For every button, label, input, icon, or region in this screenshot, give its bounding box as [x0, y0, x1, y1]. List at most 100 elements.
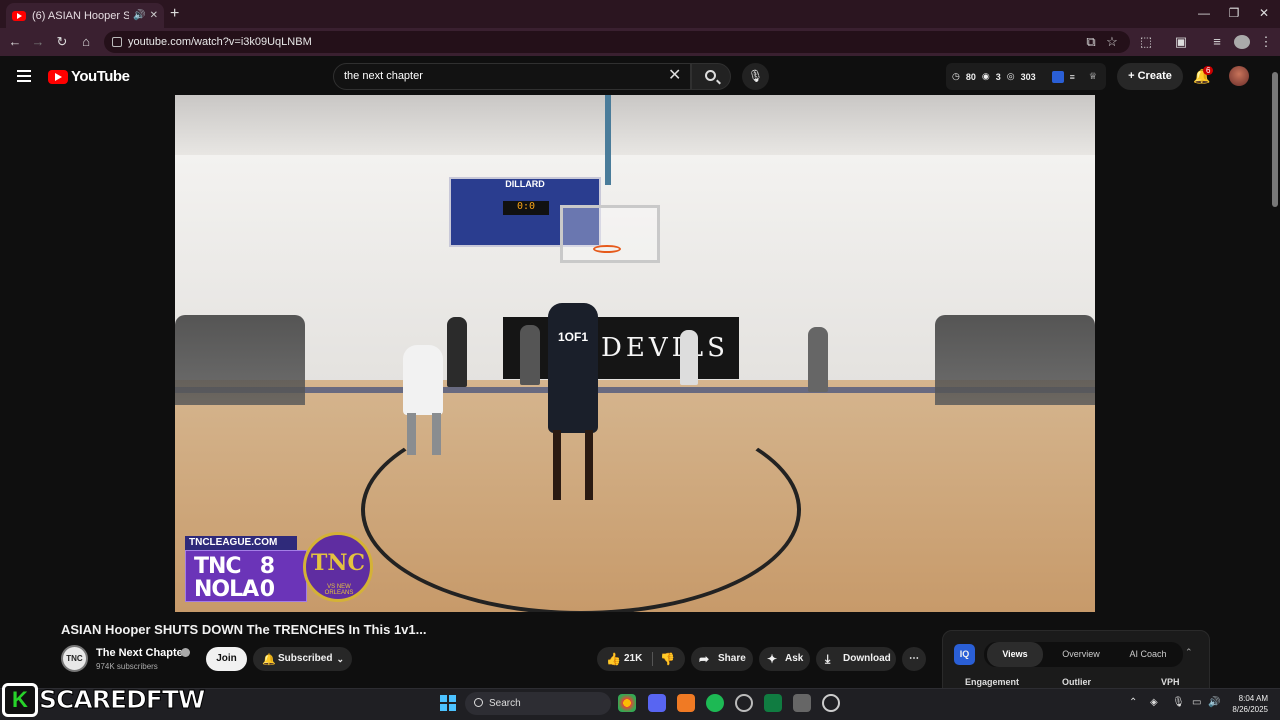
- site-info-icon[interactable]: [112, 37, 122, 47]
- scrollbar-thumb[interactable]: [1272, 72, 1278, 207]
- tray-network-icon[interactable]: ◈: [1150, 697, 1158, 708]
- youtube-logo[interactable]: YouTube: [48, 68, 130, 85]
- like-thumb-icon[interactable]: 👍: [606, 647, 621, 671]
- taskbar-search[interactable]: Search: [465, 692, 611, 715]
- browser-tab[interactable]: (6) ASIAN Hooper SHUTS D 🔊 ✕: [6, 3, 164, 28]
- hoop-pole: [605, 95, 611, 185]
- defender-player: [403, 345, 443, 415]
- streamer-name: SCAREDFTW: [39, 685, 206, 715]
- create-button[interactable]: + Create: [1117, 63, 1183, 90]
- taskbar-clock[interactable]: 8:04 AM 8/26/2025: [1230, 693, 1268, 715]
- tab-overview[interactable]: Overview: [1050, 642, 1112, 667]
- windows-start-icon[interactable]: [440, 695, 456, 711]
- channel-name[interactable]: The Next Chapter: [96, 647, 187, 659]
- collapse-chevron-icon[interactable]: ⌃: [1185, 647, 1193, 658]
- tray-display-icon[interactable]: ▭: [1192, 697, 1201, 708]
- crowd-right: [935, 315, 1095, 405]
- taskbar-search-label: Search: [489, 698, 521, 709]
- create-label: Create: [1137, 70, 1172, 82]
- dislike-thumb-icon[interactable]: 👎: [660, 647, 675, 671]
- join-button[interactable]: Join: [206, 647, 247, 671]
- tool-app-icon[interactable]: [793, 694, 811, 712]
- restore-icon[interactable]: ❐: [1224, 6, 1244, 20]
- team-row: TNC 8: [194, 554, 302, 579]
- streamer-overlay: K SCAREDFTW: [2, 683, 206, 719]
- more-actions-button[interactable]: ⋯: [902, 647, 926, 671]
- jersey-text: 1OF1: [557, 330, 588, 344]
- ask-button[interactable]: ✦ Ask: [759, 647, 810, 671]
- subscribed-label: Subscribed: [278, 653, 333, 664]
- extensions-icon[interactable]: ⬚: [1138, 34, 1154, 50]
- search-input[interactable]: the next chapter: [333, 63, 691, 90]
- filter-icon[interactable]: ≡: [1070, 72, 1075, 82]
- like-dislike-group: 👍 21K 👎: [597, 647, 685, 671]
- backboard: [560, 205, 660, 263]
- tray-chevron-icon[interactable]: ⌃: [1129, 697, 1137, 708]
- microphone-icon: 🎙: [747, 69, 764, 83]
- crowd-left: [175, 315, 305, 405]
- share-arrow-icon: ➦: [699, 652, 710, 666]
- clock-date: 8/26/2025: [1232, 705, 1268, 714]
- search-button[interactable]: [691, 63, 731, 90]
- trophy-icon[interactable]: ♕: [1089, 71, 1097, 82]
- ask-label: Ask: [785, 653, 804, 664]
- app-a-icon[interactable]: [677, 694, 695, 712]
- voice-search-button[interactable]: 🎙: [742, 63, 769, 90]
- home-icon[interactable]: ⌂: [78, 34, 94, 49]
- gym-ceiling: [175, 95, 1095, 155]
- tab-title: (6) ASIAN Hooper SHUTS D: [32, 9, 130, 22]
- offensive-player: [548, 303, 598, 433]
- window-close-icon[interactable]: ✕: [1254, 6, 1274, 20]
- bookmark-star-icon[interactable]: ☆: [1104, 34, 1120, 50]
- spotify-icon[interactable]: [706, 694, 724, 712]
- new-tab-icon[interactable]: +: [170, 5, 179, 23]
- column-vph: VPH: [1161, 677, 1180, 687]
- back-icon[interactable]: ←: [7, 34, 23, 49]
- install-app-icon[interactable]: ⧉: [1083, 34, 1099, 50]
- tnc-logo-subtitle: VS NEW ORLEANS: [324, 584, 354, 596]
- defender-legs: [407, 413, 441, 455]
- browser-menu-icon[interactable]: ⋮: [1258, 34, 1274, 50]
- forward-icon[interactable]: →: [30, 34, 46, 49]
- scoreboard-name: DILLARD: [505, 179, 545, 189]
- chrome-icon[interactable]: [618, 694, 636, 712]
- tab-close-icon[interactable]: ✕: [150, 10, 158, 21]
- team-name: TNC: [194, 554, 242, 579]
- search-icon: [705, 70, 716, 81]
- verified-check-icon: [181, 648, 190, 657]
- download-button[interactable]: ⤓ Download: [816, 647, 896, 671]
- obs-icon[interactable]: [822, 694, 840, 712]
- tray-volume-icon[interactable]: 🔊: [1208, 697, 1220, 708]
- globe-app-icon[interactable]: [735, 694, 753, 712]
- search-icon: [474, 698, 483, 707]
- eye-icon: ◉: [981, 71, 990, 81]
- sidebar-icon[interactable]: ▣: [1173, 34, 1189, 50]
- video-player[interactable]: DILLARD 0:0 DEVILS 1OF1 TNCLEAGUE.COM TN…: [175, 95, 1095, 612]
- sparkle-icon: ✦: [767, 652, 778, 666]
- tab-views[interactable]: Views: [987, 642, 1043, 667]
- extension-stats-bar[interactable]: ◷ 80 ◉ 3 ◎ 303 ≡ ♕: [946, 63, 1106, 90]
- spreadsheet-icon[interactable]: [764, 694, 782, 712]
- hamburger-menu-icon[interactable]: [17, 70, 31, 82]
- audio-playing-icon[interactable]: 🔊: [133, 10, 145, 21]
- extension-badge-icon[interactable]: [1051, 70, 1064, 83]
- profile-avatar-icon[interactable]: [1234, 35, 1250, 49]
- channel-avatar[interactable]: TNC: [61, 645, 88, 672]
- reload-icon[interactable]: ↻: [54, 34, 70, 50]
- streamer-logo-k: K: [2, 683, 38, 717]
- like-count[interactable]: 21K: [624, 647, 642, 671]
- share-label: Share: [718, 653, 746, 664]
- clock-time: 8:04 AM: [1238, 694, 1268, 703]
- discord-icon[interactable]: [648, 694, 666, 712]
- subscribed-button[interactable]: 🔔 Subscribed ⌄: [253, 647, 352, 671]
- reading-list-icon[interactable]: ≡: [1209, 34, 1225, 49]
- account-avatar[interactable]: [1229, 66, 1249, 86]
- like-divider: [652, 652, 653, 666]
- share-button[interactable]: ➦ Share: [691, 647, 753, 671]
- address-bar[interactable]: youtube.com/watch?v=i3k09UqLNBM: [104, 31, 1130, 53]
- tab-ai-coach[interactable]: AI Coach: [1117, 642, 1179, 667]
- clear-search-icon[interactable]: ✕: [668, 65, 681, 85]
- video-title: ASIAN Hooper SHUTS DOWN The TRENCHES In …: [61, 622, 427, 637]
- tray-mic-icon[interactable]: 🎙: [1172, 697, 1185, 708]
- minimize-icon[interactable]: —: [1194, 6, 1214, 20]
